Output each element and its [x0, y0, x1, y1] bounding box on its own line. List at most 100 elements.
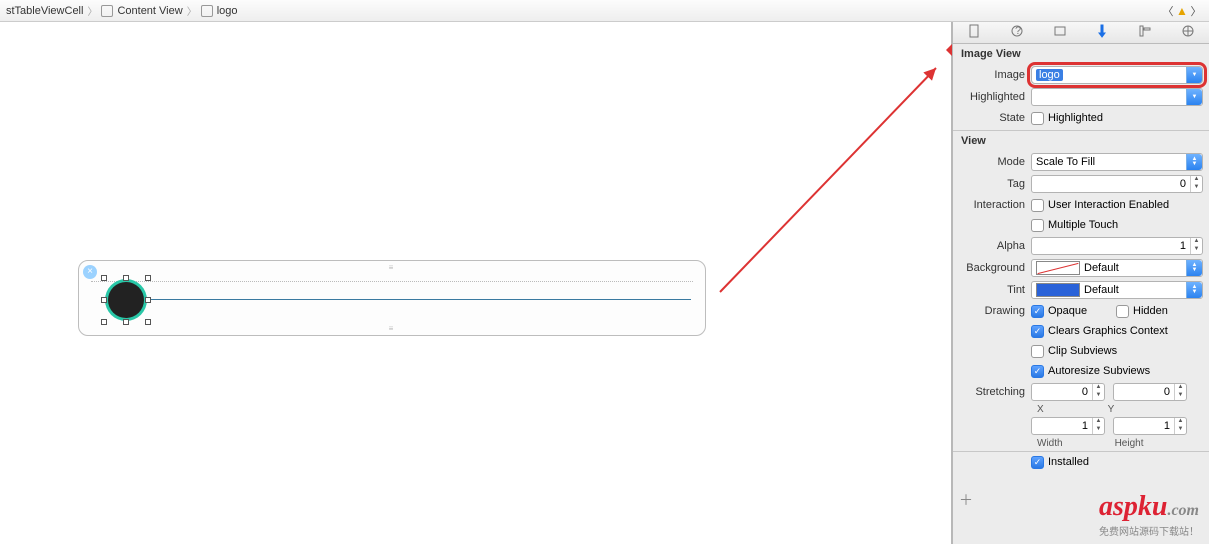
grip-icon: ≡ — [389, 324, 396, 333]
help-inspector-tab[interactable]: ? — [1010, 24, 1024, 41]
height-caption: Height — [1115, 438, 1144, 449]
resize-handle[interactable] — [145, 297, 151, 303]
size-inspector-tab[interactable] — [1138, 24, 1152, 41]
image-label: Image — [953, 69, 1031, 81]
highlighted-label: Highlighted — [953, 91, 1031, 103]
chevron-down-icon[interactable]: ▼ — [1186, 89, 1202, 105]
chevron-down-icon[interactable]: ▼ — [1186, 67, 1202, 83]
multiple-touch-checkbox[interactable] — [1031, 219, 1044, 232]
autoresize-checkbox[interactable] — [1031, 365, 1044, 378]
color-swatch[interactable] — [1036, 283, 1080, 297]
stepper-icon[interactable]: ▲▼ — [1092, 384, 1104, 400]
table-view-cell[interactable]: ≡ ≡ × — [78, 260, 706, 336]
background-label: Background — [953, 262, 1031, 274]
mode-label: Mode — [953, 156, 1031, 168]
stepper-icon[interactable]: ▲▼ — [1092, 418, 1104, 434]
breadcrumb-item[interactable]: Content View — [117, 5, 182, 17]
x-caption: X — [1037, 404, 1044, 415]
updown-icon[interactable]: ▲▼ — [1186, 154, 1202, 170]
forward-button[interactable]: 〉 — [1189, 4, 1203, 18]
stretch-y-field[interactable]: ▲▼ — [1113, 383, 1187, 401]
back-button[interactable]: 〈 — [1161, 4, 1175, 18]
warning-icon[interactable]: ▲ — [1175, 4, 1189, 18]
alpha-input[interactable] — [1032, 240, 1188, 252]
hidden-label: Hidden — [1133, 305, 1168, 317]
clip-subviews-label: Clip Subviews — [1048, 345, 1117, 357]
multiple-touch-label: Multiple Touch — [1048, 219, 1118, 231]
breadcrumb[interactable]: stTableViewCell 〉 Content View 〉 logo — [6, 3, 237, 18]
resize-handle[interactable] — [145, 319, 151, 325]
jump-bar: stTableViewCell 〉 Content View 〉 logo 〈 … — [0, 0, 1209, 22]
breadcrumb-item[interactable]: logo — [217, 5, 238, 17]
connections-inspector-tab[interactable] — [1181, 24, 1195, 41]
mode-popup[interactable]: Scale To Fill ▲▼ — [1031, 153, 1203, 171]
stretch-height-field[interactable]: ▲▼ — [1113, 417, 1187, 435]
resize-handle[interactable] — [123, 319, 129, 325]
color-swatch[interactable] — [1036, 261, 1080, 275]
tag-input[interactable] — [1032, 178, 1188, 190]
tag-label: Tag — [953, 178, 1031, 190]
chevron-right-icon: 〉 — [187, 3, 197, 18]
stretching-label: Stretching — [953, 386, 1031, 398]
background-popup[interactable]: Default ▲▼ — [1031, 259, 1203, 277]
state-label: State — [953, 112, 1031, 124]
attributes-inspector-tab[interactable] — [1095, 24, 1109, 41]
delete-handle-icon[interactable]: × — [83, 265, 97, 279]
svg-text:?: ? — [1015, 25, 1021, 37]
width-caption: Width — [1037, 438, 1063, 449]
breadcrumb-item[interactable]: stTableViewCell — [6, 5, 83, 17]
updown-icon[interactable]: ▲▼ — [1186, 260, 1202, 276]
imageview-icon — [201, 5, 213, 17]
attributes-inspector: ? Image View Image logo ▼ Highlighted ▼ … — [952, 22, 1209, 544]
stretch-width-field[interactable]: ▲▼ — [1031, 417, 1105, 435]
section-imageview-title: Image View — [953, 44, 1209, 64]
highlighted-check-label: Highlighted — [1048, 112, 1103, 124]
resize-handle[interactable] — [145, 275, 151, 281]
file-inspector-tab[interactable] — [967, 24, 981, 41]
tint-label: Tint — [953, 284, 1031, 296]
resize-handle[interactable] — [123, 275, 129, 281]
image-combobox[interactable]: logo ▼ — [1031, 66, 1203, 84]
logo-image — [108, 282, 144, 318]
stepper-icon[interactable]: ▲▼ — [1190, 238, 1202, 254]
clears-graphics-label: Clears Graphics Context — [1048, 325, 1168, 337]
hidden-checkbox[interactable] — [1116, 305, 1129, 318]
alpha-label: Alpha — [953, 240, 1031, 252]
interface-builder-canvas[interactable]: ≡ ≡ × — [0, 22, 952, 544]
add-variation-button[interactable]: ＋ — [959, 490, 973, 510]
identity-inspector-tab[interactable] — [1053, 24, 1067, 41]
alpha-field[interactable]: ▲▼ — [1031, 237, 1203, 255]
highlighted-combobox[interactable]: ▼ — [1031, 88, 1203, 106]
user-interaction-checkbox[interactable] — [1031, 199, 1044, 212]
opaque-checkbox[interactable] — [1031, 305, 1044, 318]
cell-separator — [91, 281, 693, 282]
stepper-icon[interactable]: ▲▼ — [1174, 384, 1186, 400]
interaction-label: Interaction — [953, 199, 1031, 211]
chevron-right-icon: 〉 — [87, 3, 97, 18]
installed-label: Installed — [1048, 456, 1089, 468]
inspector-tabs: ? — [953, 22, 1209, 44]
resize-handle[interactable] — [101, 297, 107, 303]
highlighted-checkbox[interactable] — [1031, 112, 1044, 125]
stretch-x-field[interactable]: ▲▼ — [1031, 383, 1105, 401]
stepper-icon[interactable]: ▲▼ — [1190, 176, 1202, 192]
view-icon — [101, 5, 113, 17]
watermark: aspku.com 免费网站源码下载站！ — [1099, 491, 1199, 538]
clip-subviews-checkbox[interactable] — [1031, 345, 1044, 358]
user-interaction-label: User Interaction Enabled — [1048, 199, 1169, 211]
resize-handle[interactable] — [101, 319, 107, 325]
autoresize-label: Autoresize Subviews — [1048, 365, 1150, 377]
updown-icon[interactable]: ▲▼ — [1186, 282, 1202, 298]
tag-field[interactable]: ▲▼ — [1031, 175, 1203, 193]
selected-image-view[interactable] — [105, 279, 147, 321]
guide-line — [137, 299, 691, 300]
clears-graphics-checkbox[interactable] — [1031, 325, 1044, 338]
installed-checkbox[interactable] — [1031, 456, 1044, 469]
y-caption: Y — [1108, 404, 1115, 415]
resize-handle[interactable] — [101, 275, 107, 281]
grip-icon: ≡ — [389, 263, 396, 272]
section-view-title: View — [953, 131, 1209, 151]
tint-popup[interactable]: Default ▲▼ — [1031, 281, 1203, 299]
stepper-icon[interactable]: ▲▼ — [1174, 418, 1186, 434]
annotation-arrowhead — [940, 44, 952, 56]
